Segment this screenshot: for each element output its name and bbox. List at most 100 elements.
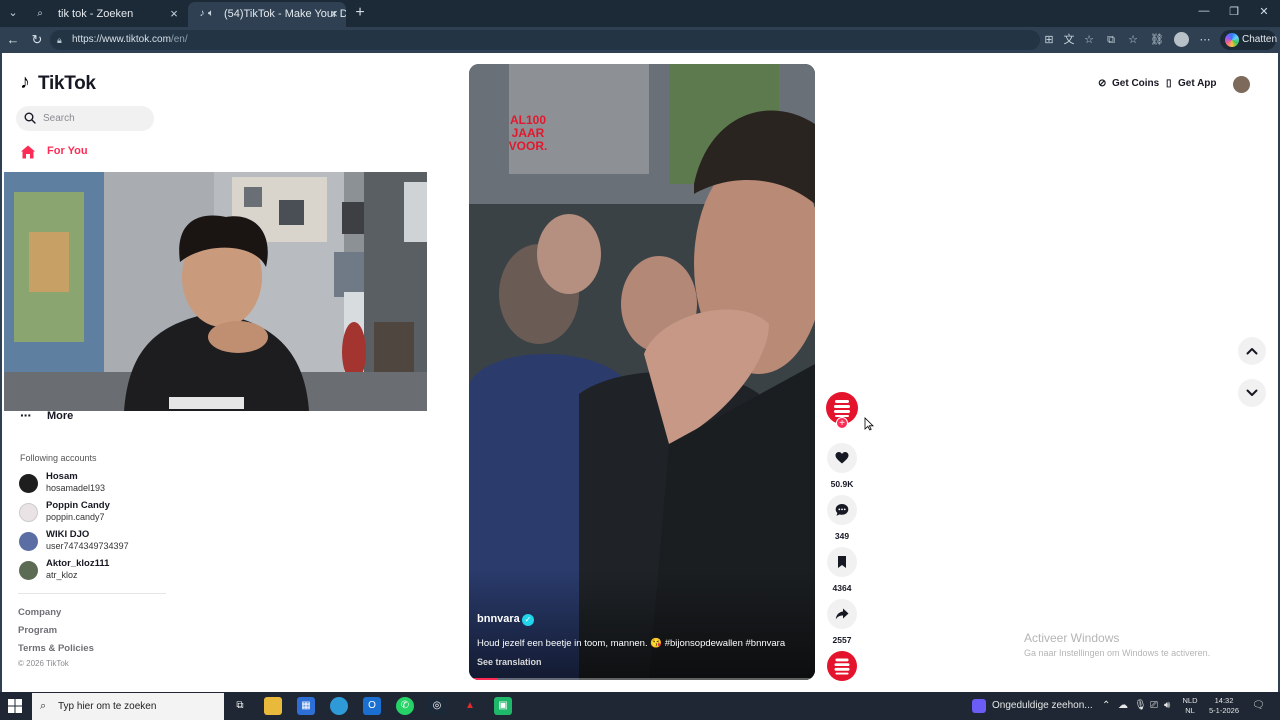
avatar [19, 503, 38, 522]
steam-icon[interactable]: ◎ [428, 697, 446, 715]
avatar [19, 474, 38, 493]
tray-chevron-up-icon[interactable]: ⌃ [1102, 700, 1110, 711]
taskbar-search-input[interactable]: ⌕ Typ hier om te zoeken [32, 693, 224, 720]
home-icon [21, 145, 35, 159]
microphone-icon[interactable]: 🎙︎ [1134, 700, 1147, 711]
refresh-icon[interactable]: ↻ [29, 32, 45, 48]
speaker-icon[interactable]: 🔈︎ [208, 2, 214, 26]
restore-icon[interactable]: ❐ [1222, 5, 1246, 18]
windows-start-icon[interactable] [8, 699, 22, 713]
save-button[interactable] [827, 547, 857, 577]
next-video-button[interactable] [1238, 379, 1266, 407]
taskbar-notification[interactable]: Ongeduldige zeehon... [992, 692, 1093, 720]
account-handle: poppin.candy7 [46, 512, 105, 522]
close-tab-icon[interactable]: × [328, 2, 340, 26]
account-handle: hosamadel193 [46, 483, 106, 493]
url-host: https://www.tiktok.com [72, 34, 171, 45]
valorant-icon[interactable]: ▲ [461, 697, 479, 715]
chat-label: Chatten [1242, 34, 1278, 45]
app-view-icon[interactable]: ⊞ [1042, 33, 1056, 47]
video-username[interactable]: bnnvara [477, 613, 520, 625]
following-account[interactable]: Aktor_kloz111 atr_kloz [19, 558, 179, 584]
video-player[interactable]: AL100 JAAR VOOR. bnnvara ✓ Houd jezelf e… [469, 64, 815, 680]
previous-video-button[interactable] [1238, 337, 1266, 365]
footer-link-program[interactable]: Program [18, 625, 57, 636]
share-icon [835, 608, 849, 620]
verified-badge-icon: ✓ [522, 614, 534, 626]
search-icon [24, 112, 36, 124]
footer-link-company[interactable]: Company [18, 607, 61, 618]
following-accounts-title: Following accounts [20, 453, 97, 463]
search-placeholder: Search [43, 113, 75, 124]
translate-icon[interactable]: 文 [1062, 33, 1076, 47]
notification-app-icon [972, 699, 986, 713]
video-progress-bar[interactable] [469, 678, 815, 680]
taskbar-search-placeholder: Typ hier om te zoeken [58, 701, 157, 712]
coin-icon: ⊘ [1098, 78, 1107, 89]
search-input[interactable]: Search [16, 106, 154, 131]
tab-search[interactable]: ⌕ tik tok - Zoeken × [26, 2, 186, 27]
url-field[interactable]: 🔒︎ https://www.tiktok.com/en/ [50, 30, 1040, 50]
tab-actions-icon[interactable]: ⌄ [4, 4, 22, 22]
following-account[interactable]: Hosam hosamadel193 [19, 471, 179, 497]
copilot-icon [1225, 33, 1239, 47]
close-window-icon[interactable]: ✕ [1252, 5, 1276, 18]
notification-center-icon[interactable]: 🗨︎ [1252, 700, 1265, 711]
tiktok-note-icon: ♪ [20, 71, 30, 93]
extensions-icon[interactable]: ⧉ [1104, 33, 1118, 47]
favorite-star-icon[interactable]: ☆ [1082, 33, 1096, 47]
share-button[interactable] [827, 599, 857, 629]
taskbar-clock[interactable]: 14:32 5-1-2026 [1204, 696, 1244, 716]
al100-logo: AL100 JAAR VOOR. [503, 114, 553, 158]
language-indicator[interactable]: NLD NL [1180, 696, 1200, 716]
user-avatar[interactable] [1233, 76, 1250, 93]
onedrive-icon[interactable]: ☁︎ [1118, 700, 1128, 711]
back-icon[interactable]: ← [5, 32, 21, 48]
account-name: Aktor_kloz111 [46, 558, 110, 569]
more-label: More [47, 410, 74, 422]
outlook-icon[interactable]: O [363, 697, 381, 715]
footer-link-terms[interactable]: Terms & Policies [18, 643, 94, 654]
following-account[interactable]: WIKI DJO user7474349734397 [19, 529, 179, 555]
url-path: /en/ [170, 34, 188, 45]
watermark-title: Activeer Windows [1024, 631, 1120, 645]
logo-line: VOOR. [508, 139, 548, 153]
bookmark-icon [838, 556, 846, 568]
get-app-button[interactable]: ▯ Get App [1166, 78, 1217, 89]
minimize-icon[interactable]: — [1192, 5, 1216, 17]
comment-button[interactable] [827, 495, 857, 525]
network-icon[interactable]: ⎚ [1150, 700, 1158, 711]
account-name: WIKI DJO [46, 529, 90, 540]
file-explorer-icon[interactable] [264, 697, 282, 715]
tab-tiktok[interactable]: ♪ 🔈︎ (54)TikTok - Make Your Day × [188, 2, 346, 27]
following-account[interactable]: Poppin Candy poppin.candy7 [19, 500, 179, 526]
chevron-down-icon [1246, 389, 1258, 396]
sound-disc-avatar[interactable] [827, 651, 857, 681]
see-translation-link[interactable]: See translation [477, 657, 542, 667]
more-menu-icon[interactable]: ⋯ [1198, 33, 1212, 47]
profile-avatar[interactable] [1174, 32, 1189, 47]
new-tab-button[interactable]: + [351, 4, 369, 22]
follow-plus-icon[interactable]: + [836, 417, 848, 429]
video-caption: Houd jezelf een beetje in toom, mannen. … [477, 638, 786, 649]
whatsapp-icon[interactable]: ✆ [396, 697, 414, 715]
tiktok-page: ♪ TikTok Search For You ··· More Followi… [0, 53, 1280, 692]
collections-icon[interactable]: ⛓︎ [1150, 33, 1164, 47]
mouse-cursor-icon [864, 417, 874, 431]
save-count: 4364 [832, 583, 852, 593]
favorites-icon[interactable]: ☆ [1126, 33, 1140, 47]
close-tab-icon[interactable]: × [168, 2, 180, 26]
tiktok-favicon-icon: ♪ [199, 8, 205, 19]
task-view-icon[interactable]: ⧉ [231, 697, 249, 715]
like-button[interactable] [827, 443, 857, 473]
for-you-label: For You [47, 145, 88, 157]
account-name: Hosam [46, 471, 78, 482]
get-coins-button[interactable]: ⊘ Get Coins [1098, 78, 1159, 89]
app-icon[interactable]: ▣ [494, 697, 512, 715]
share-count: 2557 [832, 635, 852, 645]
edge-icon[interactable] [330, 697, 348, 715]
store-icon[interactable]: ▦ [297, 697, 315, 715]
copilot-chat-button[interactable]: Chatten [1220, 30, 1278, 50]
lang-top: NLD [1182, 696, 1198, 705]
volume-icon[interactable]: 🔊︎ [1164, 700, 1170, 711]
